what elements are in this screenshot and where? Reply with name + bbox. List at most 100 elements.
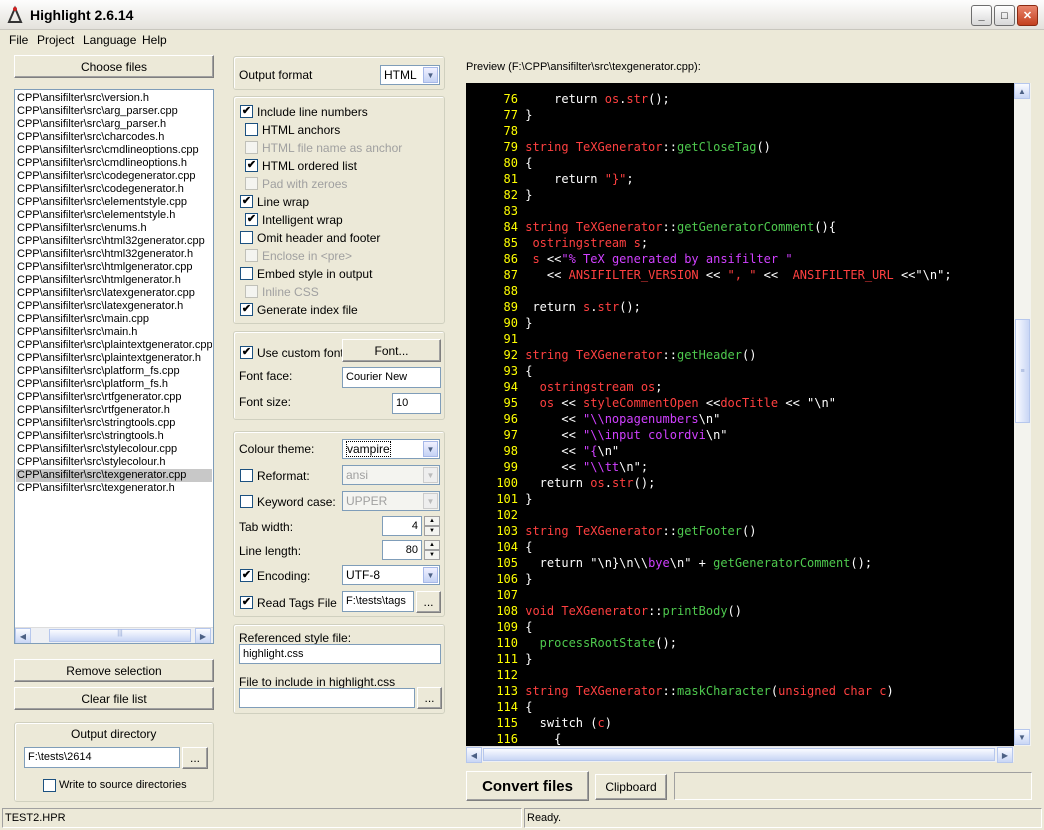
include-line-numbers-checkbox[interactable]: ✔ (240, 105, 253, 118)
menu-project[interactable]: Project (37, 33, 74, 47)
file-list-item[interactable]: CPP\ansifilter\src\elementstyle.cpp (16, 196, 212, 209)
tags-browse-button[interactable]: ... (416, 591, 441, 613)
reformat-checkbox[interactable] (240, 469, 253, 482)
preview-hscrollbar[interactable]: ◀ ▶ (466, 746, 1014, 763)
font-face-input[interactable]: Courier New (342, 367, 441, 388)
file-list-item[interactable]: CPP\ansifilter\src\stringtools.cpp (16, 417, 212, 430)
file-list-item[interactable]: CPP\ansifilter\src\main.cpp (16, 313, 212, 326)
chevron-down-icon[interactable]: ▼ (423, 567, 438, 583)
clipboard-button[interactable]: Clipboard (595, 774, 667, 800)
line-wrap-checkbox[interactable]: ✔ (240, 195, 253, 208)
file-list[interactable]: CPP\ansifilter\src\version.h CPP\ansifilt… (14, 89, 214, 644)
keyword-case-checkbox[interactable] (240, 495, 253, 508)
embed-style-checkbox[interactable] (240, 267, 253, 280)
title-bar[interactable]: Highlight 2.6.14 _ □ ✕ (0, 0, 1044, 30)
minimize-button[interactable]: _ (971, 5, 992, 26)
file-list-item[interactable]: CPP\ansifilter\src\html32generator.h (16, 248, 212, 261)
tab-width-spinner[interactable]: ▲ ▼ (424, 516, 440, 536)
include-file-input[interactable] (239, 688, 415, 708)
line-length-input[interactable]: 80 (382, 540, 422, 560)
font-button[interactable]: Font... (342, 339, 441, 362)
colour-theme-select[interactable]: vampire ▼ (342, 439, 440, 459)
file-list-item[interactable]: CPP\ansifilter\src\rtfgenerator.cpp (16, 391, 212, 404)
file-list-item[interactable]: CPP\ansifilter\src\cmdlineoptions.cpp (16, 144, 212, 157)
output-directory-browse-button[interactable]: ... (182, 747, 208, 769)
encoding-select[interactable]: UTF-8 ▼ (342, 565, 440, 585)
chevron-down-icon[interactable]: ▼ (423, 493, 438, 509)
inline-css-checkbox[interactable] (245, 285, 258, 298)
convert-files-button[interactable]: Convert files (466, 771, 589, 801)
file-list-item[interactable]: CPP\ansifilter\src\html32generator.cpp (16, 235, 212, 248)
maximize-button[interactable]: □ (994, 5, 1015, 26)
file-list-item[interactable]: CPP\ansifilter\src\latexgenerator.h (16, 300, 212, 313)
file-list-item[interactable]: CPP\ansifilter\src\htmlgenerator.h (16, 274, 212, 287)
scroll-right-icon[interactable]: ▶ (997, 747, 1013, 763)
referenced-style-input[interactable]: highlight.css (239, 644, 441, 664)
output-format-select[interactable]: HTML ▼ (380, 65, 440, 85)
file-list-item[interactable]: CPP\ansifilter\src\enums.h (16, 222, 212, 235)
scroll-up-icon[interactable]: ▲ (1014, 83, 1030, 99)
file-list-item[interactable]: CPP\ansifilter\src\codegenerator.h (16, 183, 212, 196)
encoding-checkbox[interactable]: ✔ (240, 569, 253, 582)
file-list-item[interactable]: CPP\ansifilter\src\arg_parser.cpp (16, 105, 212, 118)
use-custom-font-checkbox[interactable]: ✔ (240, 346, 253, 359)
scroll-thumb[interactable]: ≡ (1015, 319, 1030, 423)
scroll-thumb[interactable] (483, 748, 995, 761)
html-ordered-list-checkbox[interactable]: ✔ (245, 159, 258, 172)
keyword-case-select[interactable]: UPPER ▼ (342, 491, 440, 511)
file-list-item[interactable]: CPP\ansifilter\src\stylecolour.h (16, 456, 212, 469)
include-file-browse-button[interactable]: ... (417, 687, 442, 709)
spin-down-icon[interactable]: ▼ (424, 526, 440, 536)
html-anchors-checkbox[interactable] (245, 123, 258, 136)
menu-help[interactable]: Help (142, 33, 167, 47)
chevron-down-icon[interactable]: ▼ (423, 467, 438, 483)
file-list-item[interactable]: CPP\ansifilter\src\version.h (16, 92, 212, 105)
output-directory-input[interactable]: F:\tests\2614 (24, 747, 180, 768)
pad-with-zeroes-checkbox[interactable] (245, 177, 258, 190)
reformat-select[interactable]: ansi ▼ (342, 465, 440, 485)
file-list-item[interactable]: CPP\ansifilter\src\rtfgenerator.h (16, 404, 212, 417)
file-list-item[interactable]: CPP\ansifilter\src\plaintextgenerator.h (16, 352, 212, 365)
file-list-item[interactable]: CPP\ansifilter\src\htmlgenerator.cpp (16, 261, 212, 274)
file-list-item[interactable]: CPP\ansifilter\src\platform_fs.cpp (16, 365, 212, 378)
menu-language[interactable]: Language (83, 33, 136, 47)
menu-file[interactable]: File (9, 33, 28, 47)
file-list-item[interactable]: CPP\ansifilter\src\latexgenerator.cpp (16, 287, 212, 300)
file-list-item[interactable]: CPP\ansifilter\src\texgenerator.cpp (16, 469, 212, 482)
file-list-item[interactable]: CPP\ansifilter\src\codegenerator.cpp (16, 170, 212, 183)
file-list-item[interactable]: CPP\ansifilter\src\stringtools.h (16, 430, 212, 443)
file-list-item[interactable]: CPP\ansifilter\src\texgenerator.h (16, 482, 212, 495)
file-list-item[interactable]: CPP\ansifilter\src\stylecolour.cpp (16, 443, 212, 456)
font-size-input[interactable]: 10 (392, 393, 441, 414)
scroll-left-icon[interactable]: ◀ (466, 747, 482, 763)
spin-up-icon[interactable]: ▲ (424, 540, 440, 550)
preview-vscrollbar[interactable]: ▲ ≡ ▼ (1014, 83, 1031, 746)
clear-file-list-button[interactable]: Clear file list (14, 687, 214, 710)
enclose-pre-checkbox[interactable] (245, 249, 258, 262)
html-file-name-anchor-checkbox[interactable] (245, 141, 258, 154)
tags-file-input[interactable]: F:\tests\tags (342, 591, 414, 612)
spin-down-icon[interactable]: ▼ (424, 550, 440, 560)
choose-files-button[interactable]: Choose files (14, 55, 214, 78)
intelligent-wrap-checkbox[interactable]: ✔ (245, 213, 258, 226)
scroll-thumb[interactable]: ||| (49, 629, 191, 642)
scroll-left-icon[interactable]: ◀ (15, 628, 31, 643)
tab-width-input[interactable]: 4 (382, 516, 422, 536)
chevron-down-icon[interactable]: ▼ (423, 67, 438, 83)
file-list-item[interactable]: CPP\ansifilter\src\arg_parser.h (16, 118, 212, 131)
scroll-right-icon[interactable]: ▶ (195, 628, 211, 643)
file-list-item[interactable]: CPP\ansifilter\src\cmdlineoptions.h (16, 157, 212, 170)
file-list-item[interactable]: CPP\ansifilter\src\plaintextgenerator.cp… (16, 339, 212, 352)
file-list-item[interactable]: CPP\ansifilter\src\elementstyle.h (16, 209, 212, 222)
line-length-spinner[interactable]: ▲ ▼ (424, 540, 440, 560)
file-list-item[interactable]: CPP\ansifilter\src\charcodes.h (16, 131, 212, 144)
scroll-down-icon[interactable]: ▼ (1014, 729, 1030, 745)
chevron-down-icon[interactable]: ▼ (423, 441, 438, 457)
close-button[interactable]: ✕ (1017, 5, 1038, 26)
file-list-item[interactable]: CPP\ansifilter\src\platform_fs.h (16, 378, 212, 391)
omit-header-checkbox[interactable] (240, 231, 253, 244)
file-list-hscrollbar[interactable]: ◀ ||| ▶ (15, 627, 213, 643)
code-preview[interactable]: 76 return os.str(); 77 } 78 79 string TeXG… (466, 83, 1014, 746)
read-tags-checkbox[interactable]: ✔ (240, 596, 253, 609)
file-list-item[interactable]: CPP\ansifilter\src\main.h (16, 326, 212, 339)
